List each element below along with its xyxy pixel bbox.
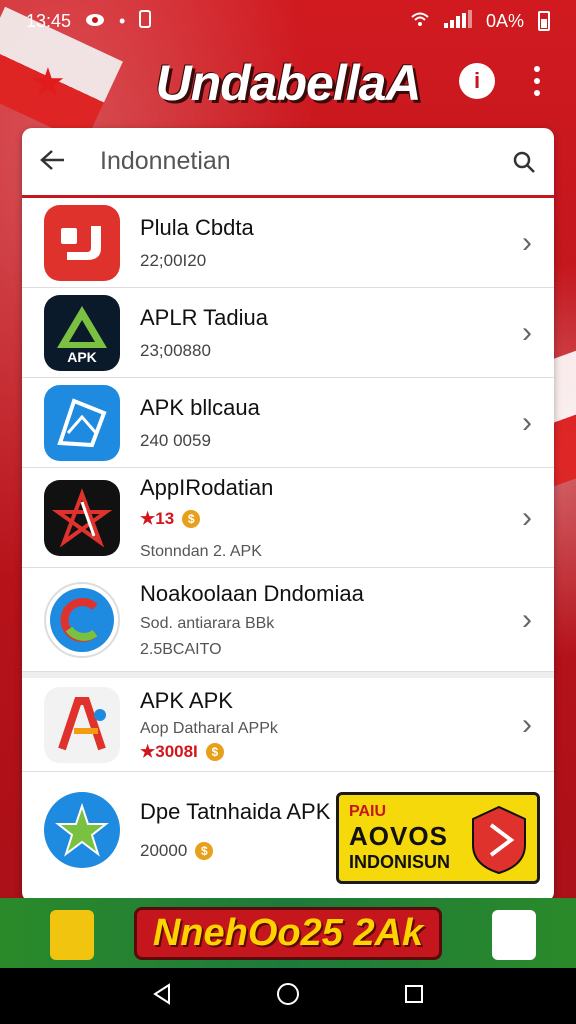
item-meta: APK APK Aop DatharaI APPk ★3008I $	[140, 688, 508, 762]
shield-logo-icon	[472, 805, 526, 875]
item-meta: Plula Cbdta 22;00I20	[140, 215, 508, 271]
chevron-right-icon: ›	[522, 315, 532, 349]
chevron-right-icon: ›	[522, 225, 532, 259]
app-icon-blue-shape	[44, 384, 120, 461]
list-item[interactable]: APK bllcaua 240 0059 ›	[22, 378, 554, 468]
item-detail: 22;00I20	[140, 250, 207, 270]
list-item[interactable]: Plula Cbdta 22;00I20 ›	[22, 198, 554, 288]
banner-text: NnehOo25 2Ak	[133, 906, 443, 960]
navigation-bar	[0, 968, 576, 1024]
item-detail: 240 0059	[140, 430, 211, 450]
chevron-right-icon: ›	[522, 500, 532, 534]
back-nav-button[interactable]	[151, 982, 173, 1010]
item-detail: 20000	[140, 841, 188, 860]
info-button[interactable]: i	[456, 60, 498, 102]
item-rating: ★3008I $	[140, 742, 508, 762]
home-nav-button[interactable]	[275, 981, 301, 1012]
list-item[interactable]: Noakoolaan Dndomiaa Sod. antiarara BBk 2…	[22, 568, 554, 672]
more-dot-icon	[534, 78, 540, 84]
list-item[interactable]: APK APLR Tadiua 23;00880 ›	[22, 288, 554, 378]
item-rating: ★13 $	[140, 509, 508, 529]
item-detail-2: 2.5BCAITO	[140, 640, 222, 658]
search-icon[interactable]	[496, 150, 536, 174]
app-icon-a-logo	[44, 686, 120, 763]
dot-icon: •	[119, 10, 126, 31]
coin-icon: $	[182, 509, 201, 528]
wifi-icon	[410, 11, 430, 32]
coin-icon: $	[205, 742, 224, 761]
bottom-banner[interactable]: NnehOo25 2Ak	[0, 898, 576, 968]
status-bar: 13:45 • 0A%	[0, 0, 576, 42]
item-meta: Noakoolaan Dndomiaa Sod. antiarara BBk 2…	[140, 581, 508, 659]
app-icon-red-j	[44, 204, 120, 281]
list-item[interactable]: APK APK Aop DatharaI APPk ★3008I $ ›	[22, 672, 554, 772]
app-icon-star	[44, 792, 120, 868]
coin-icon: $	[195, 842, 214, 860]
more-dot-icon	[534, 90, 540, 96]
chevron-right-icon: ›	[522, 405, 532, 439]
item-name: APLR Tadiua	[140, 304, 269, 330]
item-detail: Aop DatharaI APPk	[140, 719, 278, 737]
search-bar	[22, 128, 554, 198]
item-name: Noakoolaan Dndomiaa	[140, 580, 364, 606]
item-detail: Stonndan 2. APK	[140, 542, 262, 560]
app-icon-star-logo	[44, 479, 120, 556]
phone-icon	[139, 9, 152, 33]
signal-icon	[443, 9, 472, 33]
item-meta: APK bllcaua 240 0059	[140, 395, 508, 451]
item-name: APK bllcaua	[140, 394, 260, 420]
promo-badge[interactable]: PAIU AOVOS INDONISUN	[336, 792, 540, 884]
chevron-right-icon: ›	[522, 707, 532, 741]
item-meta: APLR Tadiua 23;00880	[140, 305, 508, 361]
app-icon-circle-logo	[44, 581, 120, 658]
chevron-right-icon: ›	[522, 602, 532, 636]
battery-icon	[538, 11, 550, 31]
more-dot-icon	[534, 66, 540, 72]
rating-value: ★13	[140, 508, 175, 528]
item-meta: AppIRodatian ★13 $ Stonndan 2. APK	[140, 475, 508, 561]
item-name: APK APK	[140, 687, 233, 713]
info-icon: i	[459, 63, 495, 99]
back-arrow-icon[interactable]	[40, 145, 80, 179]
gift-icon	[492, 910, 536, 960]
mascot-icon	[50, 910, 94, 960]
battery-text: 0A%	[485, 10, 524, 31]
item-name: AppIRodatian	[140, 474, 274, 500]
app-title: UndabellaA	[155, 55, 421, 111]
recents-nav-button[interactable]	[403, 983, 425, 1010]
app-bar: UndabellaA i	[0, 48, 576, 118]
results-card: Plula Cbdta 22;00I20 › APK APLR Tadiua 2…	[22, 128, 554, 902]
item-detail: 23;00880	[140, 340, 211, 360]
list-item[interactable]: AppIRodatian ★13 $ Stonndan 2. APK ›	[22, 468, 554, 568]
item-name: Plula Cbdta	[140, 214, 254, 240]
svg-text:APK: APK	[67, 349, 97, 365]
rating-value: ★3008I	[140, 741, 198, 761]
eye-icon	[85, 11, 105, 32]
status-time: 13:45	[26, 10, 72, 31]
more-options-button[interactable]	[516, 60, 558, 102]
apk-icon: APK	[44, 294, 120, 371]
item-detail: Sod. antiarara BBk	[140, 614, 275, 632]
search-input[interactable]	[80, 147, 496, 176]
